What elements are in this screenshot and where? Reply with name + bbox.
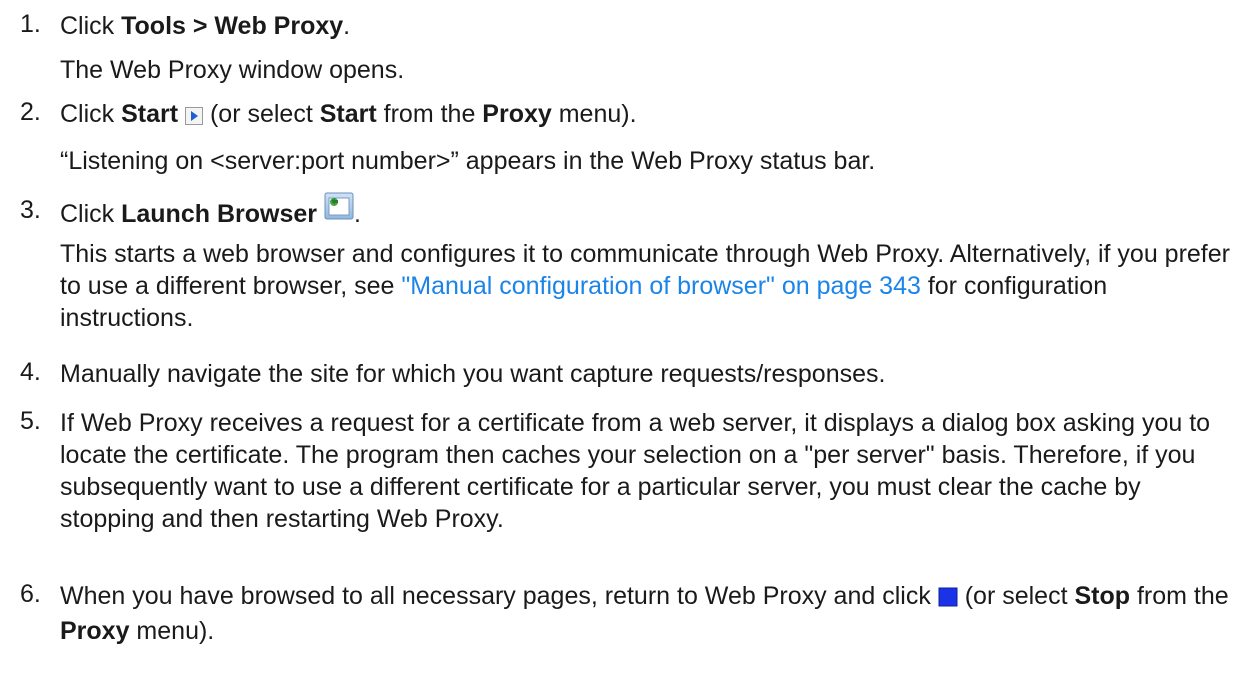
step-instruction: Click Start (or select Start from the Pr…	[60, 98, 875, 133]
step-instruction: If Web Proxy receives a request for a ce…	[60, 409, 1211, 533]
step-3: 3. Click Launch Browser . This starts a …	[20, 192, 1230, 334]
step-instruction: When you have browsed to all necessary p…	[60, 582, 1229, 645]
step-5: 5. If Web Proxy receives a request for a…	[20, 407, 1230, 535]
launch-browser-icon	[324, 192, 354, 232]
menu-path: Tools > Web Proxy	[121, 12, 344, 40]
stop-icon	[938, 583, 958, 615]
step-4: 4. Manually navigate the site for which …	[20, 358, 885, 390]
step-2: 2. Click Start (or select Start from the…	[20, 98, 875, 177]
step-number: 4.	[20, 358, 41, 386]
step-6: 6. When you have browsed to all necessar…	[20, 580, 1230, 647]
step-instruction: Manually navigate the site for which you…	[60, 360, 886, 388]
step-1: 1. Click Tools > Web Proxy. The Web Prox…	[20, 10, 404, 86]
step-number: 5.	[20, 407, 41, 435]
step-result: The Web Proxy window opens.	[60, 56, 405, 84]
play-icon	[185, 101, 204, 133]
step-number: 2.	[20, 98, 41, 126]
step-number: 6.	[20, 580, 41, 608]
step-result: “Listening on <server:port number>” appe…	[60, 147, 876, 175]
step-number: 3.	[20, 196, 41, 224]
step-instruction: Click Tools > Web Proxy.	[60, 12, 351, 40]
manual-configuration-link[interactable]: "Manual configuration of browser" on pag…	[401, 272, 920, 300]
step-instruction: Click Launch Browser .	[60, 192, 1230, 234]
step-result: This starts a web browser and configures…	[60, 240, 1230, 332]
step-number: 1.	[20, 10, 41, 38]
